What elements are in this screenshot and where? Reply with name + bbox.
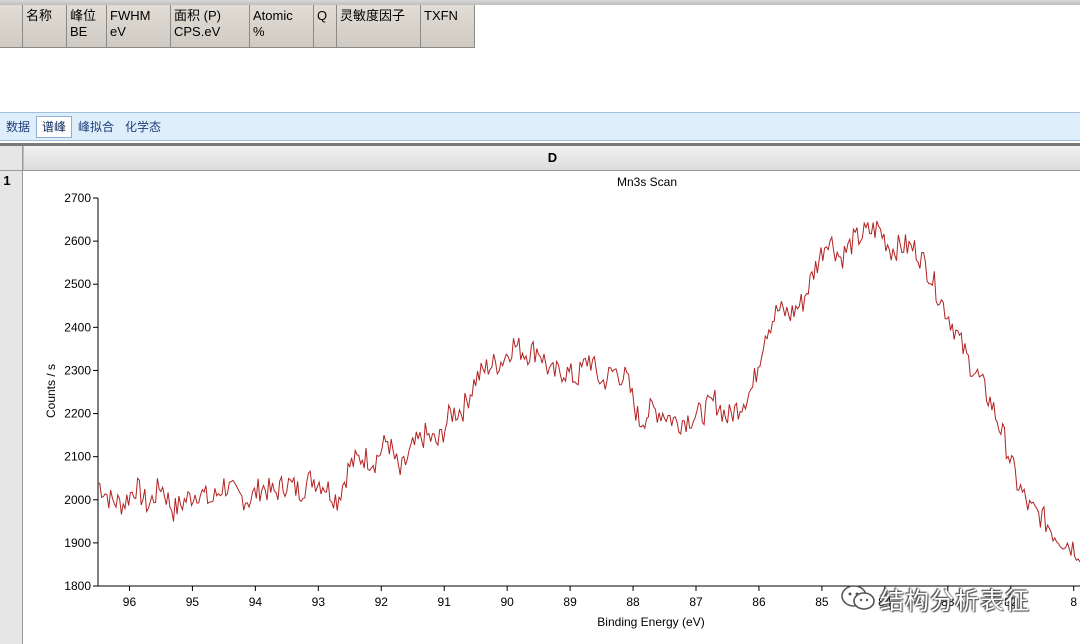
y-tick-label: 2100 bbox=[64, 450, 91, 464]
tab-bar: 数据 谱峰 峰拟合 化学态 bbox=[0, 113, 1080, 141]
wechat-icon bbox=[841, 585, 875, 610]
y-ticks: 1800 1900 2000 2100 2200 2300 2400 2500 2600 2700 bbox=[64, 191, 98, 593]
y-tick-label: 2200 bbox=[64, 407, 91, 421]
grid-column-d[interactable]: D bbox=[23, 146, 1080, 170]
peak-table-area: 名称 峰位 BE FWHM eV 面积 (P) CPS.eV Atomic % … bbox=[0, 0, 1080, 113]
col-header-sensitivity[interactable]: 灵敏度因子 bbox=[337, 5, 421, 47]
x-tick-label: 96 bbox=[123, 595, 137, 609]
grid-column-header: D bbox=[0, 146, 1080, 171]
y-tick-label: 2500 bbox=[64, 277, 91, 291]
x-tick-label: 89 bbox=[563, 595, 577, 609]
x-tick-label: 95 bbox=[186, 595, 200, 609]
tab-peak-fit[interactable]: 峰拟合 bbox=[73, 117, 119, 137]
tab-peaks[interactable]: 谱峰 bbox=[36, 115, 73, 138]
tab-chemical-state[interactable]: 化学态 bbox=[120, 117, 166, 137]
x-tick-label: 94 bbox=[249, 595, 263, 609]
y-axis-label: Counts / s bbox=[44, 364, 58, 418]
y-tick-label: 1900 bbox=[64, 536, 91, 550]
x-axis-label: Binding Energy (eV) bbox=[597, 615, 704, 629]
spectrum-chart[interactable]: Mn3s Scan 1800 1900 2000 2100 2200 2300 2400 25… bbox=[23, 171, 1080, 644]
watermark-text: 结构分析表征 bbox=[880, 586, 1030, 615]
x-tick-label: 90 bbox=[500, 595, 514, 609]
grid-row-1[interactable]: 1 bbox=[0, 173, 14, 188]
tab-data[interactable]: 数据 bbox=[1, 117, 35, 137]
y-tick-label: 2700 bbox=[64, 191, 91, 205]
series-line bbox=[97, 220, 1080, 563]
y-tick-label: 2400 bbox=[64, 320, 91, 334]
col-header-txfn[interactable]: TXFN bbox=[421, 5, 475, 47]
col-header-fwhm[interactable]: FWHM eV bbox=[107, 5, 171, 47]
spectrum-chart-svg: Mn3s Scan 1800 1900 2000 2100 2200 2300 2400 25… bbox=[44, 175, 1080, 629]
x-tick-label: 92 bbox=[375, 595, 389, 609]
x-tick-label: 88 bbox=[626, 595, 640, 609]
grid-corner[interactable] bbox=[0, 146, 23, 170]
y-tick-label: 2300 bbox=[64, 363, 91, 377]
col-header-peak-be[interactable]: 峰位 BE bbox=[67, 5, 107, 47]
col-header-atomic[interactable]: Atomic % bbox=[250, 5, 314, 47]
app-window: 名称 峰位 BE FWHM eV 面积 (P) CPS.eV Atomic % … bbox=[0, 0, 1080, 644]
x-tick-label: 8 bbox=[1070, 595, 1077, 609]
y-tick-label: 2000 bbox=[64, 493, 91, 507]
table-header-corner[interactable] bbox=[0, 5, 23, 47]
x-tick-label: 91 bbox=[438, 595, 452, 609]
col-header-name[interactable]: 名称 bbox=[23, 5, 67, 47]
peak-table-header: 名称 峰位 BE FWHM eV 面积 (P) CPS.eV Atomic % … bbox=[0, 5, 475, 48]
watermark: 结构分析表征 bbox=[840, 580, 1030, 616]
x-tick-label: 86 bbox=[752, 595, 766, 609]
y-tick-label: 1800 bbox=[64, 579, 91, 593]
x-tick-label: 85 bbox=[815, 595, 829, 609]
chart-title: Mn3s Scan bbox=[617, 175, 677, 189]
grid-row-header: 1 bbox=[0, 171, 23, 644]
x-tick-label: 93 bbox=[312, 595, 326, 609]
col-header-area[interactable]: 面积 (P) CPS.eV bbox=[171, 5, 250, 47]
y-tick-label: 2600 bbox=[64, 234, 91, 248]
col-header-q[interactable]: Q bbox=[314, 5, 337, 47]
x-tick-label: 87 bbox=[689, 595, 703, 609]
